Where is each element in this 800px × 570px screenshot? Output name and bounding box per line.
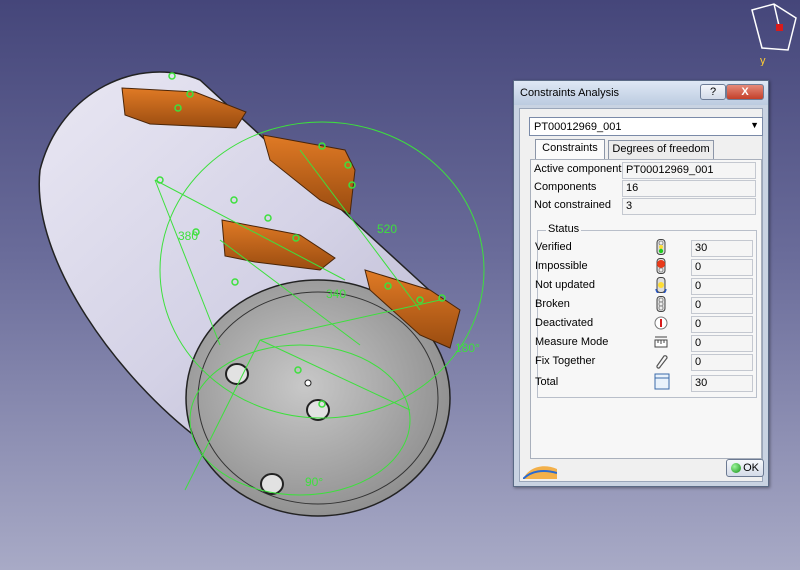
status-label-deactivated: Deactivated <box>535 317 594 329</box>
component-select[interactable]: PT00012969_001 ▼ <box>529 117 763 136</box>
not-constrained-field: 3 <box>622 198 756 215</box>
dimension-label[interactable]: 380 <box>178 229 198 243</box>
status-label-broken: Broken <box>535 298 570 310</box>
end-cap-small-hole[interactable] <box>304 379 312 387</box>
status-value-broken: 0 <box>691 297 753 314</box>
tab-degrees-of-freedom[interactable]: Degrees of freedom <box>608 140 714 159</box>
status-label-total: Total <box>535 376 559 388</box>
end-cap-hole[interactable] <box>306 399 330 421</box>
status-value-verified: 30 <box>691 240 753 257</box>
compass-axis-label: y <box>760 55 766 66</box>
status-value-impossible: 0 <box>691 259 753 276</box>
status-value-not-updated: 0 <box>691 278 753 295</box>
status-label-impossible: Impossible <box>535 260 588 272</box>
status-label-measure-mode: Measure Mode <box>535 336 609 348</box>
chevron-down-icon[interactable]: ▼ <box>750 120 759 130</box>
catia-logo-icon <box>523 466 557 479</box>
components-label: Components <box>534 181 597 193</box>
status-label-not-updated: Not updated <box>535 279 595 291</box>
status-label-verified: Verified <box>535 241 572 253</box>
dialog-titlebar[interactable]: Constraints Analysis ? X <box>514 81 768 105</box>
dialog-client-area: PT00012969_001 ▼ Constraints Degrees of … <box>519 108 764 482</box>
not-constrained-label: Not constrained <box>534 199 612 211</box>
status-legend: Status <box>546 223 582 235</box>
status-group: Status Verified 30 Impossible 0 Not upda… <box>535 223 757 398</box>
active-component-label: Active component <box>534 163 622 175</box>
end-cap-hole[interactable] <box>225 363 249 385</box>
status-label-fix-together: Fix Together <box>535 355 596 367</box>
close-button[interactable]: X <box>726 84 764 100</box>
deactivated-icon <box>654 316 668 330</box>
dimension-label[interactable]: 340 <box>326 287 346 301</box>
measure-mode-icon <box>654 336 668 348</box>
status-value-fix-together: 0 <box>691 354 753 371</box>
dialog-title: Constraints Analysis <box>520 87 620 99</box>
ok-button[interactable]: OK <box>726 459 764 477</box>
ok-button-label: OK <box>743 462 759 474</box>
status-value-total: 30 <box>691 375 753 392</box>
status-value-deactivated: 0 <box>691 316 753 333</box>
fix-together-icon <box>656 355 668 369</box>
help-button[interactable]: ? <box>700 84 726 100</box>
status-value-measure-mode: 0 <box>691 335 753 352</box>
not-updated-icon <box>655 277 667 293</box>
broken-traffic-light-icon <box>656 296 666 312</box>
constraints-analysis-dialog[interactable]: Constraints Analysis ? X PT00012969_001 … <box>513 80 769 487</box>
compass-icon[interactable]: y <box>748 0 800 66</box>
total-icon <box>654 373 670 390</box>
constraints-panel: Active component PT00012969_001 Componen… <box>530 159 762 459</box>
components-field: 16 <box>622 180 756 197</box>
dimension-label[interactable]: 520 <box>377 222 397 236</box>
dimension-label[interactable]: 90° <box>305 475 323 489</box>
active-component-field: PT00012969_001 <box>622 162 756 179</box>
impossible-traffic-light-icon <box>656 258 666 274</box>
component-select-value: PT00012969_001 <box>534 121 622 133</box>
dimension-label[interactable]: 180° <box>455 341 480 355</box>
ok-icon <box>731 463 741 473</box>
verified-traffic-light-icon <box>656 239 666 255</box>
tab-constraints[interactable]: Constraints <box>535 139 605 159</box>
